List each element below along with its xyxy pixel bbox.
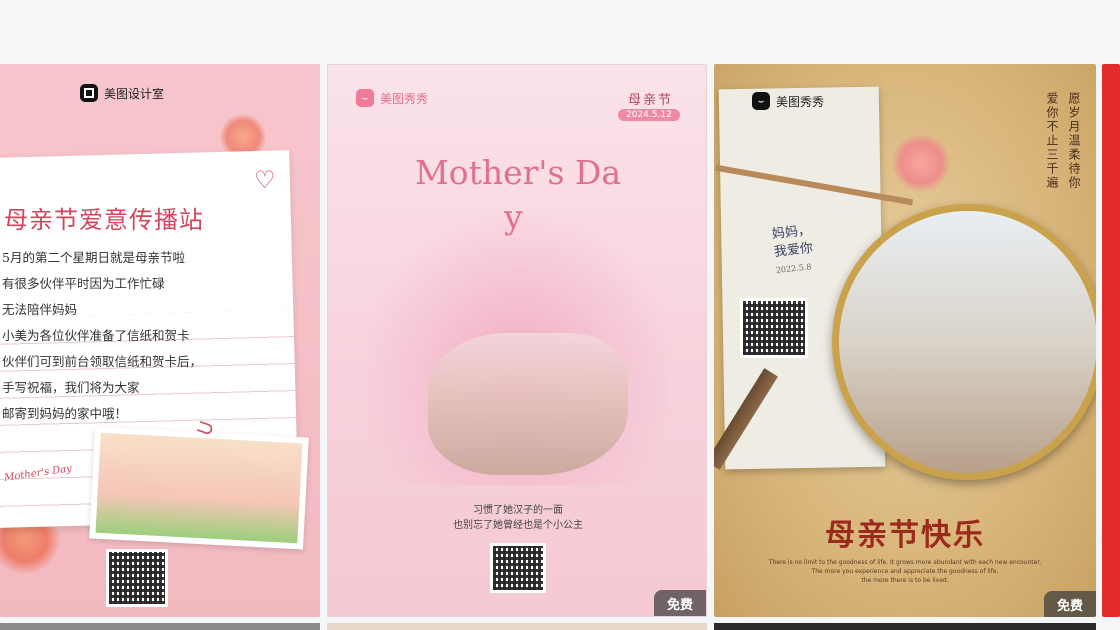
vertical-text: 爱你不止三千遍 — [1045, 92, 1059, 190]
brand-name: 美图秀秀 — [380, 91, 429, 106]
free-badge: 免费 — [654, 590, 706, 616]
meitu-design-logo-icon — [80, 84, 98, 102]
brand-label: 美图设计室 — [80, 84, 164, 102]
template-card-4-partial[interactable] — [1102, 64, 1120, 617]
date-badge: 2024.5.12 — [618, 109, 680, 121]
quote-line: the more there is to be lived. — [861, 577, 949, 584]
handwriting-text: 妈妈， 我爱你 2022.5.8 — [771, 222, 815, 280]
poster-title: 母亲节快乐 — [825, 518, 985, 553]
flower-decoration — [892, 134, 950, 192]
letter-line: 邮寄到妈妈的家中哦！ — [2, 406, 128, 421]
letter-line: 小美为各位伙伴准备了信纸和贺卡 — [2, 328, 190, 343]
qr-code — [106, 549, 168, 607]
brand-name: 美图秀秀 — [776, 94, 825, 109]
next-row-card-edge — [327, 623, 707, 630]
letter-line: 手写祝福，我们将为大家 — [2, 380, 140, 395]
next-row-card-edge — [0, 623, 320, 630]
brand-label: ⌣ 美图秀秀 — [752, 92, 824, 110]
letter-line: 有很多伙伴平时因为工作忙碌 — [2, 276, 165, 291]
qr-code — [740, 298, 808, 358]
caption-line: 习惯了她汉子的一面 — [473, 505, 563, 516]
meitu-logo-icon: ⌣ — [356, 89, 374, 107]
next-row-card-edge — [714, 623, 1096, 630]
template-card-1[interactable]: 美图设计室 ♡ 母亲节爱意传播站 5月的第二个星期日就是母亲节啦 有很多伙伴平时… — [0, 64, 320, 617]
caption-line: 也别忘了她曾经也是个小公主 — [453, 520, 583, 531]
top-bar — [0, 0, 1120, 64]
letter-line: 无法陪伴妈妈 — [2, 302, 78, 317]
quote-line: There is no limit to the goodness of lif… — [768, 559, 1042, 566]
quote-line: The more you experience and appreciate t… — [811, 568, 999, 575]
letter-line: 5月的第二个星期日就是母亲节啦 — [2, 250, 185, 265]
festival-label: 母亲节 — [628, 93, 674, 108]
vertical-text: 愿岁月温柔待你 — [1067, 92, 1081, 190]
template-card-2[interactable]: ⌣ 美图秀秀 母亲节 2024.5.12 Mother's Da y 习惯了她汉… — [327, 64, 707, 617]
letter-line: 伙伴们可到前台领取信纸和贺卡后， — [2, 354, 203, 369]
illustration-photo — [89, 426, 309, 550]
brand-label: ⌣ 美图秀秀 — [356, 89, 428, 107]
letter-title: 母亲节爱意传播站 — [4, 206, 204, 234]
poster-title-continued: y — [504, 197, 523, 236]
free-badge: 免费 — [1044, 591, 1096, 617]
heart-icon: ♡ — [254, 166, 276, 194]
mother-daughter-photo — [428, 333, 628, 475]
brand-name: 美图设计室 — [104, 86, 165, 101]
meitu-logo-icon: ⌣ — [752, 92, 770, 110]
qr-code — [490, 543, 546, 593]
template-card-3[interactable]: ⌣ 美图秀秀 妈妈， 我爱你 2022.5.8 愿岁月温柔待你 爱你不止三千遍 … — [714, 64, 1096, 617]
oval-photo-frame — [832, 204, 1096, 480]
poster-title: Mother's Da — [414, 153, 622, 192]
